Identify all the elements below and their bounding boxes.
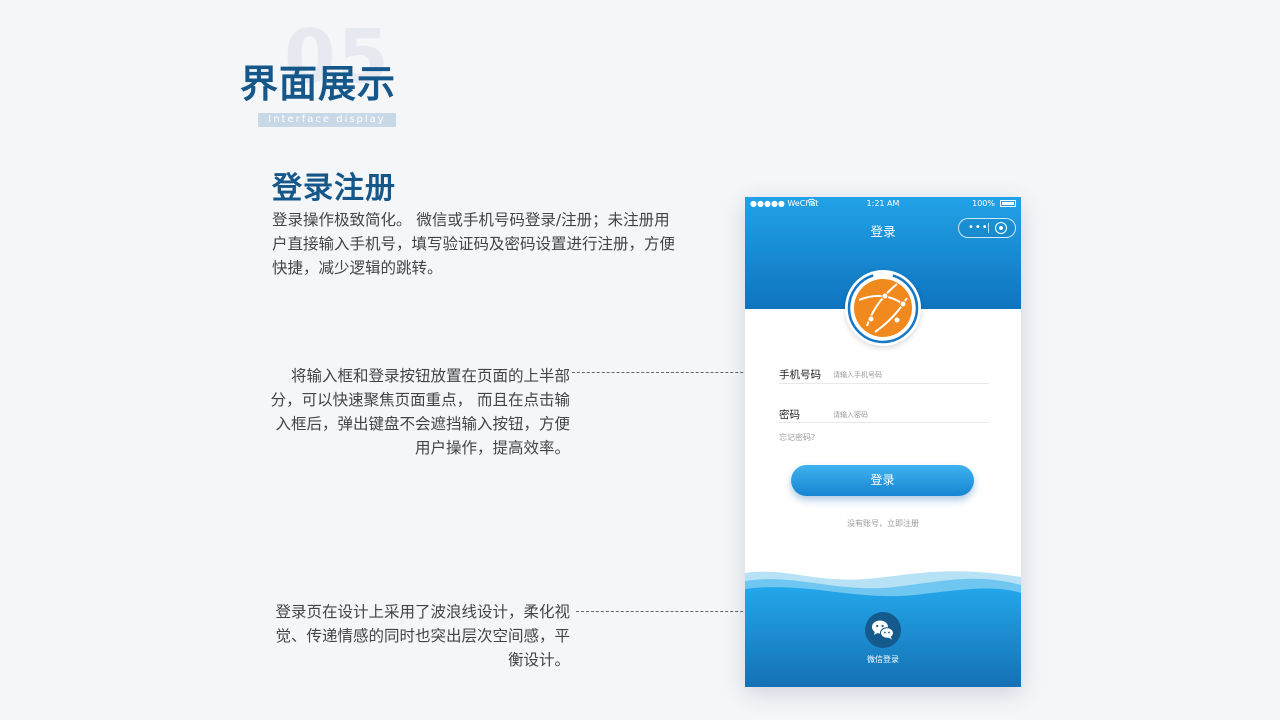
wechat-icon	[872, 620, 894, 640]
password-input[interactable]: 请输入密码	[833, 410, 868, 420]
status-bar: ●●●●● WeChat 1:21 AM 100%	[745, 197, 1021, 211]
password-field-label: 密码	[779, 409, 800, 421]
login-button[interactable]: 登录	[791, 465, 974, 496]
wechat-login-label: 微信登录	[867, 655, 899, 664]
miniprogram-capsule[interactable]: •••	[958, 218, 1016, 238]
globe-avatar-icon	[847, 272, 919, 344]
wechat-login-button[interactable]	[865, 612, 901, 648]
section-subtitle: Interface display	[258, 113, 396, 127]
forgot-password-link[interactable]: 忘记密码?	[779, 432, 815, 443]
annotation-input-placement: 将输入框和登录按钮放置在页面的上半部分，可以快速聚焦页面重点， 而且在点击输入框…	[270, 367, 570, 457]
annotation-connector-line	[572, 372, 758, 373]
target-icon[interactable]	[995, 222, 1007, 234]
capsule-divider	[988, 223, 989, 233]
battery-level: 100%	[972, 199, 995, 208]
feature-title: 登录注册	[272, 171, 396, 206]
password-field-underline	[779, 422, 989, 423]
phone-field-underline	[779, 383, 989, 384]
phone-mockup: ●●●●● WeChat 1:21 AM 100% 登录 ••• 手机号码 请输…	[745, 197, 1021, 687]
battery-icon	[1000, 200, 1016, 207]
phone-field-label: 手机号码	[779, 369, 821, 381]
annotation-wave-design: 登录页在设计上采用了波浪线设计，柔化视觉、传递情感的同时也突出层次空间感，平衡设…	[275, 603, 570, 669]
avatar	[845, 270, 921, 346]
register-link[interactable]: 没有账号，立即注册	[745, 518, 1021, 529]
section-title: 界面展示	[240, 62, 397, 106]
annotation-connector-line	[576, 611, 763, 612]
more-icon[interactable]: •••	[968, 221, 989, 235]
phone-input[interactable]: 请输入手机号码	[833, 370, 882, 380]
feature-description: 登录操作极致简化。 微信或手机号码登录/注册；未注册用户直接输入手机号，填写验证…	[272, 211, 676, 277]
